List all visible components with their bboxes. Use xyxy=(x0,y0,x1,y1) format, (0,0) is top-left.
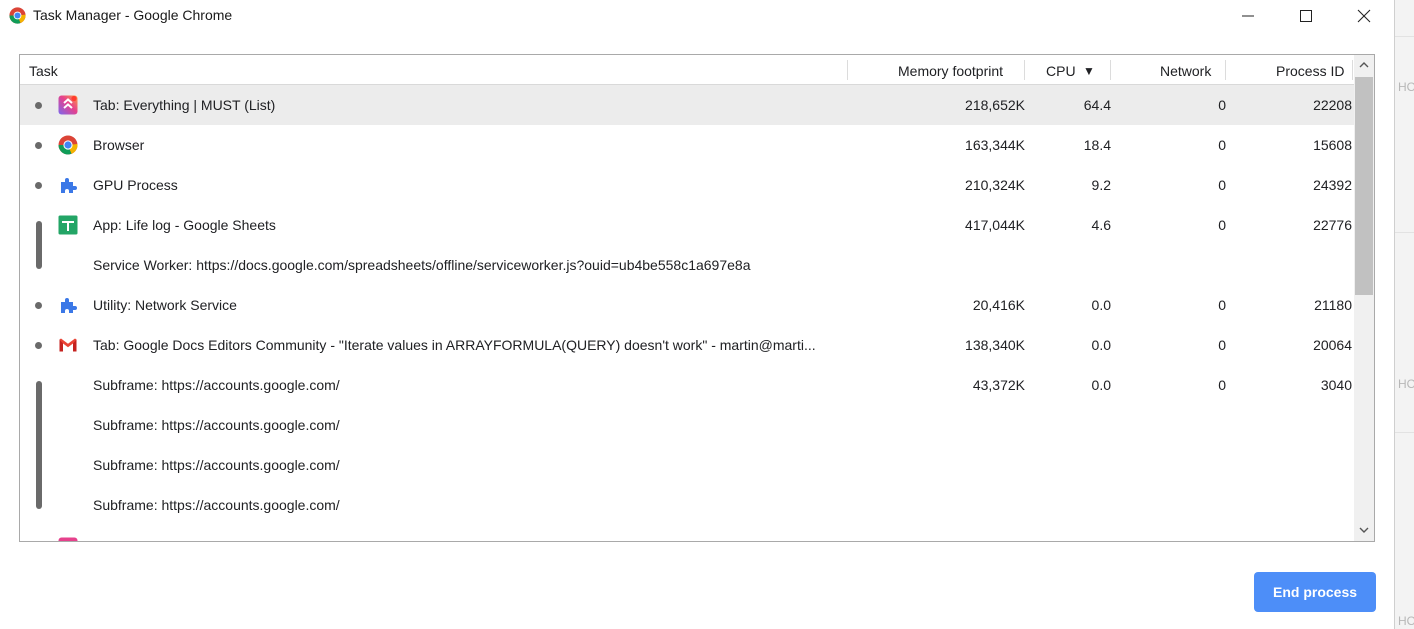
memory-value: 43,372K xyxy=(972,377,1025,393)
gmail-icon xyxy=(59,338,77,352)
network-value: 0 xyxy=(1218,217,1226,233)
table-row[interactable]: Tab: Everything | MUST (List) 218,652K 6… xyxy=(20,85,1354,125)
process-id-value: 22776 xyxy=(1313,217,1352,233)
cpu-value: 4.6 xyxy=(1091,217,1111,233)
end-process-button[interactable]: End process xyxy=(1254,572,1376,612)
cpu-value: 18.4 xyxy=(1083,137,1111,153)
task-name: Tab: Everything | MUST (List) xyxy=(93,97,276,113)
task-name: Subframe: https://accounts.google.com/ xyxy=(93,457,340,473)
process-dot xyxy=(35,102,42,109)
network-value: 0 xyxy=(1218,97,1226,113)
process-id-value: 24392 xyxy=(1313,177,1352,193)
clickup-icon xyxy=(58,537,78,541)
task-name: Service Worker: https://docs.google.com/… xyxy=(93,257,751,273)
table-row[interactable]: Browser 163,344K 18.4 0 15608 xyxy=(20,125,1354,165)
task-table[interactable]: Task Memory footprint CPU ▼ Network Proc… xyxy=(19,54,1375,542)
process-dot xyxy=(35,302,42,309)
column-divider[interactable] xyxy=(1352,60,1353,80)
scroll-thumb[interactable] xyxy=(1355,77,1373,295)
process-id-value: 20064 xyxy=(1313,337,1352,353)
background-text-fragment: HO xyxy=(1398,377,1414,391)
background-text-fragment: HO xyxy=(1398,80,1414,94)
table-row-partial[interactable] xyxy=(20,525,1354,541)
network-value: 0 xyxy=(1218,137,1226,153)
chevron-down-icon xyxy=(1359,527,1369,533)
column-header-task[interactable]: Task xyxy=(29,55,58,84)
process-id-value: 21180 xyxy=(1314,297,1352,313)
title-bar[interactable]: Task Manager - Google Chrome xyxy=(0,0,1394,32)
cpu-value: 0.0 xyxy=(1091,377,1111,393)
memory-value: 210,324K xyxy=(965,177,1025,193)
process-dot xyxy=(35,342,42,349)
minimize-icon xyxy=(1242,15,1254,17)
task-name: Subframe: https://accounts.google.com/ xyxy=(93,497,340,513)
task-name: App: Life log - Google Sheets xyxy=(93,217,276,233)
chrome-icon xyxy=(9,7,26,24)
column-divider[interactable] xyxy=(847,60,848,80)
column-divider[interactable] xyxy=(1225,60,1226,80)
table-row[interactable]: Subframe: https://accounts.google.com/ xyxy=(20,485,1354,525)
window-title: Task Manager - Google Chrome xyxy=(33,7,233,23)
puzzle-icon xyxy=(61,298,77,313)
network-value: 0 xyxy=(1218,337,1226,353)
maximize-button[interactable] xyxy=(1276,0,1336,32)
scroll-down-button[interactable] xyxy=(1354,521,1374,541)
column-header-cpu[interactable]: CPU xyxy=(1046,55,1076,84)
table-row[interactable]: Subframe: https://accounts.google.com/ 4… xyxy=(20,365,1354,405)
close-icon xyxy=(1357,9,1371,23)
column-divider[interactable] xyxy=(1110,60,1111,80)
close-button[interactable] xyxy=(1334,0,1394,32)
network-value: 0 xyxy=(1218,377,1226,393)
task-name: GPU Process xyxy=(93,177,178,193)
google-sheets-icon xyxy=(58,215,78,235)
table-row[interactable]: GPU Process 210,324K 9.2 0 24392 xyxy=(20,165,1354,205)
memory-value: 417,044K xyxy=(965,217,1025,233)
process-id-value: 15608 xyxy=(1313,137,1352,153)
sort-descending-icon: ▼ xyxy=(1083,64,1095,78)
column-divider[interactable] xyxy=(1024,60,1025,80)
vertical-scrollbar[interactable] xyxy=(1354,55,1374,541)
process-dot xyxy=(35,182,42,189)
memory-value: 163,344K xyxy=(965,137,1025,153)
memory-value: 138,340K xyxy=(965,337,1025,353)
chevron-up-icon xyxy=(1359,62,1369,68)
table-row[interactable]: Tab: Google Docs Editors Community - "It… xyxy=(20,325,1354,365)
puzzle-icon xyxy=(61,178,77,193)
task-list: Tab: Everything | MUST (List) 218,652K 6… xyxy=(20,85,1354,541)
maximize-icon xyxy=(1300,10,1312,22)
task-name: Tab: Google Docs Editors Community - "It… xyxy=(93,337,816,353)
clickup-icon xyxy=(58,95,78,115)
cpu-value: 9.2 xyxy=(1091,177,1111,193)
background-text-fragment: HO xyxy=(1398,614,1414,628)
cpu-value: 0.0 xyxy=(1091,337,1111,353)
task-name: Subframe: https://accounts.google.com/ xyxy=(93,377,340,393)
task-name: Utility: Network Service xyxy=(93,297,237,313)
cpu-value: 0.0 xyxy=(1091,297,1111,313)
cpu-value: 64.4 xyxy=(1083,97,1111,113)
network-value: 0 xyxy=(1218,177,1226,193)
column-header-pid[interactable]: Process ID xyxy=(1276,55,1344,84)
table-row[interactable]: Subframe: https://accounts.google.com/ xyxy=(20,405,1354,445)
table-row[interactable]: Utility: Network Service 20,416K 0.0 0 2… xyxy=(20,285,1354,325)
table-row[interactable]: Service Worker: https://docs.google.com/… xyxy=(20,245,1354,285)
process-id-value: 22208 xyxy=(1313,97,1352,113)
column-header-network[interactable]: Network xyxy=(1160,55,1211,84)
table-header: Task Memory footprint CPU ▼ Network Proc… xyxy=(20,55,1354,85)
column-header-memory[interactable]: Memory footprint xyxy=(898,55,1003,84)
table-row[interactable]: Subframe: https://accounts.google.com/ xyxy=(20,445,1354,485)
memory-value: 20,416K xyxy=(972,297,1025,313)
task-name: Browser xyxy=(93,137,145,153)
table-row[interactable]: App: Life log - Google Sheets 417,044K 4… xyxy=(20,205,1354,245)
background-window-edge: HO HO HO xyxy=(1394,0,1414,629)
process-dot xyxy=(35,142,42,149)
scroll-up-button[interactable] xyxy=(1354,55,1374,75)
minimize-button[interactable] xyxy=(1218,0,1278,32)
memory-value: 218,652K xyxy=(965,97,1025,113)
chrome-icon xyxy=(58,135,78,155)
process-id-value: 3040 xyxy=(1320,377,1352,393)
task-name: Subframe: https://accounts.google.com/ xyxy=(93,417,340,433)
network-value: 0 xyxy=(1218,297,1226,313)
